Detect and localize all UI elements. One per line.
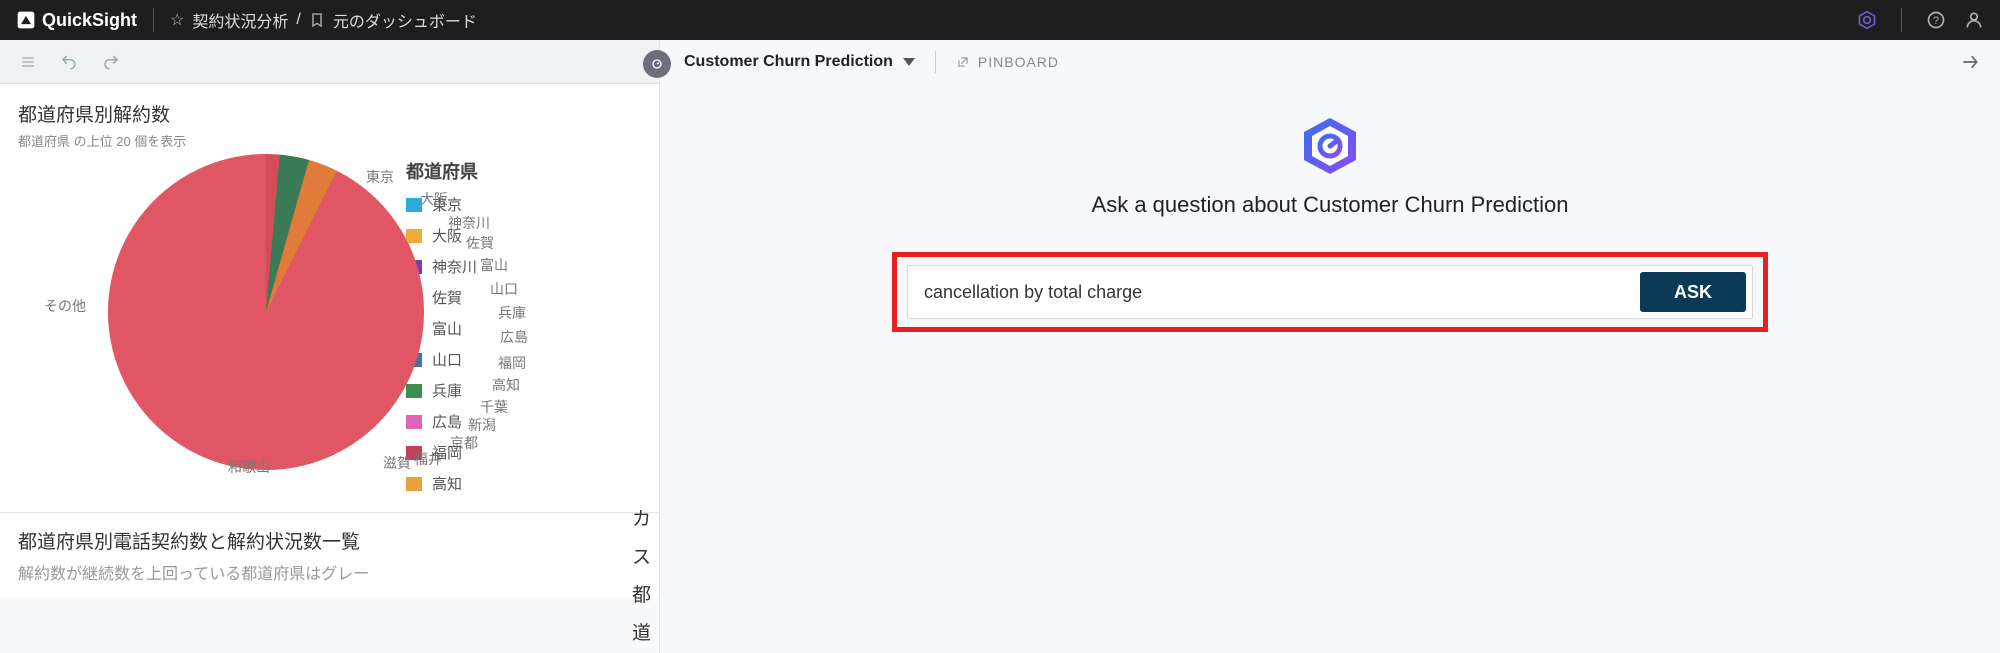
pie-label-other: その他 <box>44 296 86 316</box>
pie-slice-label: 福岡 <box>498 356 526 370</box>
dataset-dropdown[interactable]: Customer Churn Prediction <box>684 53 915 71</box>
legend-label: 山口 <box>432 349 462 370</box>
external-link-icon <box>956 55 970 69</box>
pie-slice-label: 大阪 <box>420 192 448 206</box>
legend-label: 広島 <box>432 411 462 432</box>
question-input[interactable] <box>924 282 1640 303</box>
pie-slice-label: 山口 <box>490 282 518 296</box>
pie-slice-label: 京都 <box>450 436 478 450</box>
pie-slice-label: 広島 <box>500 330 528 344</box>
pie-slice-label: 千葉 <box>480 400 508 414</box>
q-pane: Customer Churn Prediction PINBOARD <box>660 40 2000 653</box>
breadcrumb: ☆ 契約状況分析 / 元のダッシュボード <box>170 8 477 32</box>
chart-body: その他 東京大阪神奈川佐賀富山山口兵庫広島福岡高知千葉新潟京都福井滋賀和歌山 都… <box>18 160 641 504</box>
legend-label: 高知 <box>432 473 462 494</box>
divider <box>935 51 936 73</box>
app-header: QuickSight ☆ 契約状況分析 / 元のダッシュボード ? <box>0 0 2000 40</box>
chart-subtitle: 都道府県 の上位 20 個を表示 <box>18 131 641 150</box>
q-area: Ask a question about Customer Churn Pred… <box>660 84 2000 332</box>
undo-icon[interactable] <box>60 53 78 71</box>
q-title-prefix: Ask a question about <box>1092 192 1304 217</box>
pie-slice-label: 高知 <box>492 378 520 392</box>
star-icon[interactable]: ☆ <box>170 10 184 30</box>
pie-slice-label: 神奈川 <box>448 216 490 230</box>
q-logo-icon <box>1298 114 1362 178</box>
divider <box>1901 8 1902 32</box>
partial-right-column: カス 都道 <box>632 501 660 653</box>
collapse-icon[interactable] <box>1960 52 1980 77</box>
svg-text:?: ? <box>1933 15 1939 27</box>
chart2-title: 都道府県別電話契約数と解約状況数一覧 <box>18 527 641 554</box>
pie-slice-label: 福井 <box>414 452 442 466</box>
pie-slice-label: 兵庫 <box>498 306 526 320</box>
dataset-name: Customer Churn Prediction <box>684 53 893 71</box>
left-toolbar <box>0 40 659 84</box>
caret-down-icon <box>903 58 915 66</box>
pie-slice-label: 富山 <box>480 258 508 272</box>
bookmark-icon[interactable] <box>309 12 325 28</box>
help-icon[interactable]: ? <box>1926 10 1946 30</box>
legend-label: 神奈川 <box>432 256 477 277</box>
pinboard-link[interactable]: PINBOARD <box>956 54 1059 70</box>
highlight-box: ASK <box>892 252 1768 332</box>
pie-slice-label: 東京 <box>366 170 394 184</box>
legend-label: 兵庫 <box>432 380 462 401</box>
legend-item[interactable]: 高知 <box>406 473 478 494</box>
divider <box>153 8 154 32</box>
pie-slice-label: 佐賀 <box>466 236 494 250</box>
chart2-subtitle: 解約数が継続数を上回っている都道府県はグレー <box>18 560 641 584</box>
legend-label: 佐賀 <box>432 287 462 308</box>
pie-slice-label: 滋賀 <box>383 456 411 470</box>
q-topbar: Customer Churn Prediction PINBOARD <box>660 40 2000 84</box>
pie-slice-label: 和歌山 <box>228 460 270 474</box>
chart-card-1: 都道府県別解約数 都道府県 の上位 20 個を表示 その他 東京大阪神奈川佐賀富… <box>0 84 659 512</box>
left-pane: 都道府県別解約数 都道府県 の上位 20 個を表示 その他 東京大阪神奈川佐賀富… <box>0 40 660 653</box>
quicksight-icon <box>16 10 36 30</box>
breadcrumb-sep: / <box>296 11 300 29</box>
pie-slice-label: 新潟 <box>468 418 496 432</box>
ask-button[interactable]: ASK <box>1640 272 1746 312</box>
legend-swatch <box>406 477 422 491</box>
legend-label: 富山 <box>432 318 462 339</box>
menu-icon[interactable] <box>20 54 36 70</box>
q-title: Ask a question about Customer Churn Pred… <box>1092 192 1569 218</box>
main: 都道府県別解約数 都道府県 の上位 20 個を表示 その他 東京大阪神奈川佐賀富… <box>0 40 2000 653</box>
app-name: QuickSight <box>42 10 137 31</box>
question-box: ASK <box>907 265 1753 319</box>
pinboard-label: PINBOARD <box>978 54 1059 70</box>
q-title-dataset: Customer Churn Prediction <box>1303 192 1568 217</box>
chart-title: 都道府県別解約数 <box>18 100 641 127</box>
redo-icon[interactable] <box>102 53 120 71</box>
pie-chart[interactable]: その他 東京大阪神奈川佐賀富山山口兵庫広島福岡高知千葉新潟京都福井滋賀和歌山 <box>18 160 378 470</box>
header-right: ? <box>1857 8 1984 32</box>
pie-slices <box>108 154 424 470</box>
app-logo[interactable]: QuickSight <box>16 10 137 31</box>
user-icon[interactable] <box>1964 10 1984 30</box>
header-left: QuickSight ☆ 契約状況分析 / 元のダッシュボード <box>16 8 1857 32</box>
dashboard-title[interactable]: 元のダッシュボード <box>333 8 477 32</box>
chart-card-2: 都道府県別電話契約数と解約状況数一覧 解約数が継続数を上回っている都道府県はグレ… <box>0 512 659 598</box>
q-hex-icon[interactable] <box>1857 10 1877 30</box>
analysis-title[interactable]: 契約状況分析 <box>192 8 288 32</box>
partial-text-1: カス <box>632 501 660 577</box>
partial-text-2: 都道 <box>632 577 660 653</box>
